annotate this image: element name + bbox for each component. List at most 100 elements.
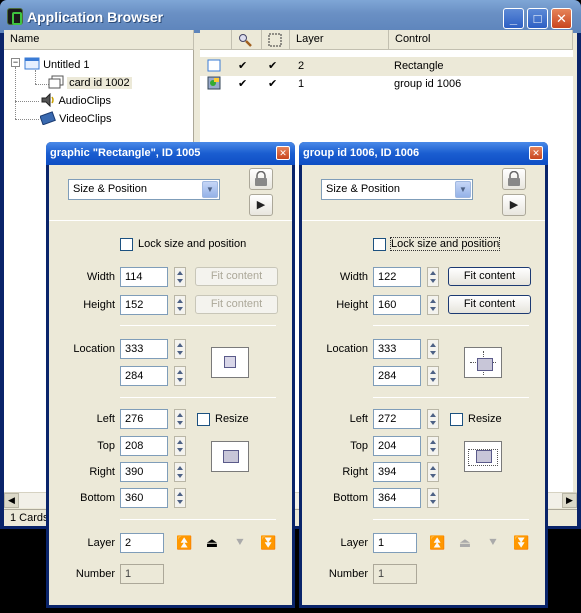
width-stepper[interactable] (174, 267, 186, 287)
resize-checkbox[interactable] (450, 413, 463, 426)
selected-check[interactable]: ✔ (268, 57, 277, 76)
tree-item-label: AudioClips (58, 95, 112, 107)
location-preview[interactable] (464, 347, 502, 378)
tree-item-videoclips[interactable]: VideoClips (39, 111, 111, 128)
lock-size-checkbox[interactable] (373, 238, 386, 251)
play-button[interactable]: ▶ (502, 194, 526, 216)
location-x-stepper[interactable] (427, 339, 439, 359)
title-bar[interactable]: Application Browser _ □ ✕ (0, 0, 581, 33)
inspector-close-button[interactable]: ✕ (276, 146, 290, 160)
right-label: Right (342, 466, 368, 478)
tree-item-card[interactable]: card id 1002 (48, 75, 132, 92)
top-stepper[interactable] (427, 436, 439, 456)
bring-forward-icon[interactable]: ⏏ (457, 535, 473, 551)
visible-check[interactable]: ✔ (238, 75, 247, 94)
send-to-back-icon[interactable]: ⏬ (513, 535, 529, 551)
tree-expander[interactable]: − (11, 58, 20, 67)
column-header-control[interactable]: Control (389, 30, 573, 50)
column-header-visible[interactable] (232, 30, 262, 50)
left-field[interactable]: 276 (120, 409, 168, 429)
location-y-field[interactable]: 284 (120, 366, 168, 386)
inspector-close-button[interactable]: ✕ (529, 146, 543, 160)
tree-item-audioclips[interactable]: AudioClips (40, 92, 112, 110)
lock-size-label: Lock size and position (138, 238, 247, 250)
row-control: group id 1006 (394, 78, 462, 90)
height-field[interactable]: 160 (373, 295, 421, 315)
location-y-stepper[interactable] (174, 366, 186, 386)
fit-width-button[interactable]: Fit content (195, 267, 278, 286)
scroll-right-arrow-icon[interactable]: ▶ (562, 493, 577, 508)
section-select[interactable]: Size & Position ▼ (321, 179, 473, 200)
lock-size-checkbox[interactable] (120, 238, 133, 251)
height-label: Height (83, 299, 115, 311)
resize-preview[interactable] (211, 441, 249, 472)
top-stepper[interactable] (174, 436, 186, 456)
inspector-rectangle: graphic "Rectangle", ID 1005 ✕ Size & Po… (46, 142, 295, 608)
location-x-field[interactable]: 333 (373, 339, 421, 359)
inspector-title: graphic "Rectangle", ID 1005 (50, 147, 201, 159)
right-stepper[interactable] (427, 462, 439, 482)
bring-to-front-icon[interactable]: ⏫ (429, 535, 445, 551)
table-row[interactable]: ✔ ✔ 1 group id 1006 (200, 75, 573, 94)
resize-preview[interactable] (464, 441, 502, 472)
left-field[interactable]: 272 (373, 409, 421, 429)
width-field[interactable]: 114 (120, 267, 168, 287)
top-field[interactable]: 204 (373, 436, 421, 456)
left-label: Left (349, 413, 368, 425)
visible-check[interactable]: ✔ (238, 57, 247, 76)
location-y-stepper[interactable] (427, 366, 439, 386)
inspector-title-bar[interactable]: group id 1006, ID 1006 ✕ (299, 142, 548, 165)
play-button[interactable]: ▶ (249, 194, 273, 216)
table-row[interactable]: ✔ ✔ 2 Rectangle (200, 57, 573, 76)
bottom-field[interactable]: 364 (373, 488, 421, 508)
lock-button[interactable] (249, 168, 273, 190)
selected-check[interactable]: ✔ (268, 75, 277, 94)
left-stepper[interactable] (427, 409, 439, 429)
column-header-type[interactable] (200, 30, 232, 50)
right-field[interactable]: 390 (120, 462, 168, 482)
left-stepper[interactable] (174, 409, 186, 429)
top-field[interactable]: 208 (120, 436, 168, 456)
bottom-field[interactable]: 360 (120, 488, 168, 508)
bring-to-front-icon[interactable]: ⏫ (176, 535, 192, 551)
send-backward-icon[interactable]: ⯆ (232, 535, 248, 551)
send-to-back-icon[interactable]: ⏬ (260, 535, 276, 551)
column-header-name[interactable]: Name (4, 30, 194, 50)
maximize-button[interactable]: □ (527, 8, 548, 29)
location-preview[interactable] (211, 347, 249, 378)
resize-checkbox[interactable] (197, 413, 210, 426)
fit-height-button[interactable]: Fit content (195, 295, 278, 314)
height-stepper[interactable] (427, 295, 439, 315)
send-backward-icon[interactable]: ⯆ (485, 535, 501, 551)
layer-field[interactable]: 1 (373, 533, 417, 553)
column-header-layer[interactable]: Layer (290, 30, 389, 50)
bottom-stepper[interactable] (174, 488, 186, 508)
height-stepper[interactable] (174, 295, 186, 315)
right-stepper[interactable] (174, 462, 186, 482)
width-stepper[interactable] (427, 267, 439, 287)
width-field[interactable]: 122 (373, 267, 421, 287)
minimize-button[interactable]: _ (503, 8, 524, 29)
fit-height-button[interactable]: Fit content (448, 295, 531, 314)
column-header-selected[interactable] (262, 30, 290, 50)
close-button[interactable]: ✕ (551, 8, 572, 29)
section-select-value: Size & Position (73, 183, 147, 195)
location-y-field[interactable]: 284 (373, 366, 421, 386)
layer-field[interactable]: 2 (120, 533, 164, 553)
tree-item-label: Untitled 1 (43, 59, 90, 71)
lock-button[interactable] (502, 168, 526, 190)
scroll-left-arrow-icon[interactable]: ◀ (4, 493, 19, 508)
width-label: Width (86, 271, 115, 283)
height-field[interactable]: 152 (120, 295, 168, 315)
bring-forward-icon[interactable]: ⏏ (204, 535, 220, 551)
location-x-stepper[interactable] (174, 339, 186, 359)
section-select[interactable]: Size & Position ▼ (68, 179, 220, 200)
fit-width-button[interactable]: Fit content (448, 267, 531, 286)
inspector-title-bar[interactable]: graphic "Rectangle", ID 1005 ✕ (46, 142, 295, 165)
film-icon (39, 111, 56, 126)
location-x-field[interactable]: 333 (120, 339, 168, 359)
right-field[interactable]: 394 (373, 462, 421, 482)
bottom-stepper[interactable] (427, 488, 439, 508)
play-icon: ▶ (509, 199, 519, 211)
tree-item-stack[interactable]: Untitled 1 (24, 57, 90, 74)
